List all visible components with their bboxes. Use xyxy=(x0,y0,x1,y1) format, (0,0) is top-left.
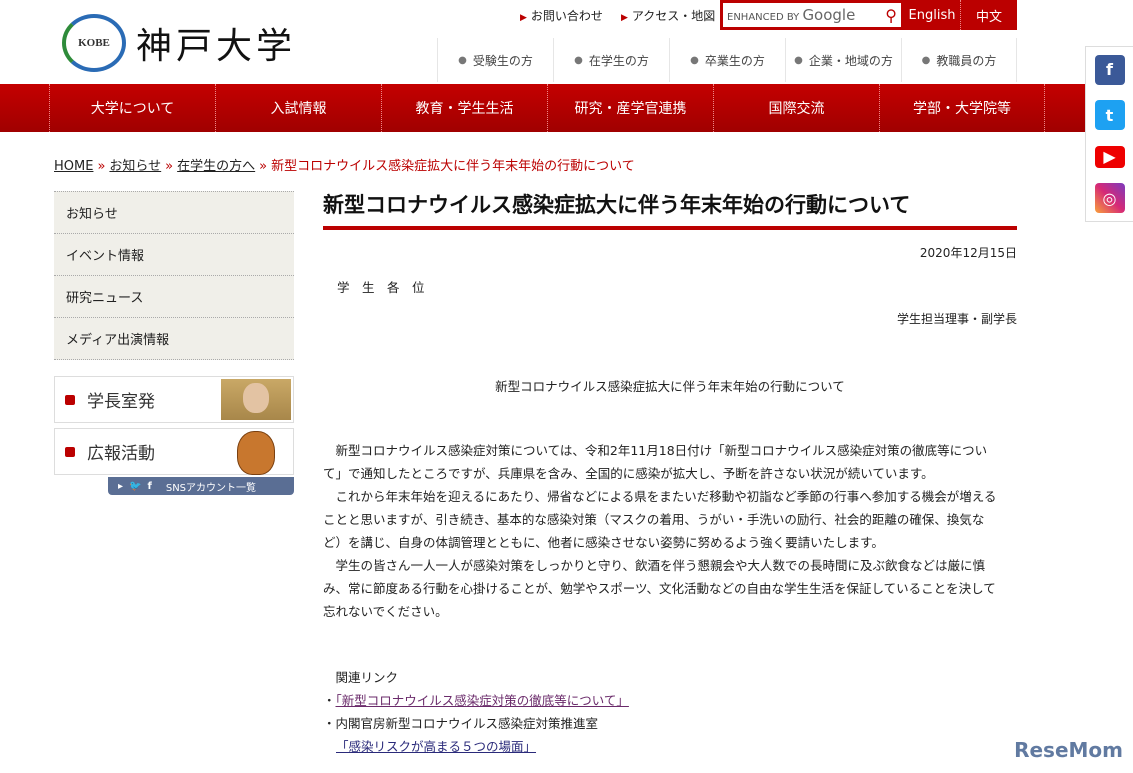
bullet: ・ xyxy=(323,693,336,708)
youtube-icon[interactable]: ▶ xyxy=(1094,145,1125,168)
bullet-icon xyxy=(65,394,75,405)
breadcrumb-news[interactable]: お知らせ xyxy=(109,159,161,174)
top-links: ▶ お問い合わせ ▶ アクセス・地図 xyxy=(520,7,715,24)
body-line: み、常に節度ある行動を心掛けることが、勉学やスポーツ、文化活動などの自由な学生生… xyxy=(323,581,996,596)
sidebar-item-research-news[interactable]: 研究ニュース xyxy=(54,276,294,318)
instagram-icon[interactable]: ◎ xyxy=(1094,183,1125,214)
nav-about[interactable]: 大学について xyxy=(49,84,215,132)
page-title: 新型コロナウイルス感染症拡大に伴う年末年始の行動について xyxy=(323,193,911,217)
addressee: 学 生 各 位 xyxy=(337,280,425,295)
audience-label: 教職員の方 xyxy=(936,53,997,68)
nav-education[interactable]: 教育・学生生活 xyxy=(381,84,547,132)
president-banner[interactable]: 学長室発 xyxy=(54,376,294,423)
breadcrumb-sep: » xyxy=(259,159,268,174)
article-body: 新型コロナウイルス感染症対策については、令和2年11月18日付け「新型コロナウイ… xyxy=(323,439,1017,623)
article-date: 2020年12月15日 xyxy=(919,246,1017,260)
bullet-icon xyxy=(65,446,75,457)
related-heading: 関連リンク xyxy=(323,670,399,685)
contact-label: お問い合わせ xyxy=(530,9,603,23)
audience-label: 企業・地域の方 xyxy=(808,53,893,68)
audience-label: 在学生の方 xyxy=(588,53,649,68)
nav-research[interactable]: 研究・産学官連携 xyxy=(547,84,713,132)
search-hint: ENHANCED BY xyxy=(727,12,800,23)
audience-students[interactable]: ● 在学生の方 xyxy=(553,38,669,82)
person-icon: ● xyxy=(794,54,803,66)
related-link-2[interactable]: 「感染リスクが高まる５つの場面」 xyxy=(336,739,536,754)
related-link-1[interactable]: 「新型コロナウイルス感染症対策の徹底等について」 xyxy=(336,693,629,708)
access-label: アクセス・地図 xyxy=(631,9,716,23)
search-box[interactable]: ENHANCED BY Google ⚲ xyxy=(720,0,904,30)
related-org: 内閣官房新型コロナウイルス感染症対策推進室 xyxy=(335,716,599,731)
body-line: ことと思いますが、引き続き、基本的な感染対策（マスクの着用、うがい・手洗いの励行… xyxy=(323,512,985,527)
body-line: て」で通知したところですが、兵庫県を含み、全国的に感染が拡大し、予断を許さない状… xyxy=(323,466,934,481)
sidebar-item-media[interactable]: メディア出演情報 xyxy=(54,318,294,360)
audience-business[interactable]: ● 企業・地域の方 xyxy=(785,38,901,82)
sns-label: SNSアカウント一覧 xyxy=(165,482,257,494)
search-input[interactable]: ENHANCED BY Google ⚲ xyxy=(723,3,901,27)
body-line: これから年末年始を迎えるにあたり、帰省などによる県をまたいだ移動や初詣など季節の… xyxy=(323,489,997,504)
person-icon: ● xyxy=(458,54,467,66)
breadcrumb-students[interactable]: 在学生の方へ xyxy=(177,159,255,174)
sidebar-menu: お知らせ イベント情報 研究ニュース メディア出演情報 xyxy=(54,191,294,360)
person-icon: ● xyxy=(574,54,583,66)
lang-chinese[interactable]: 中文 xyxy=(960,0,1017,30)
breadcrumb-home[interactable]: HOME xyxy=(54,159,93,174)
audience-label: 卒業生の方 xyxy=(704,53,765,68)
banner-label: 学長室発 xyxy=(87,392,155,412)
logo-text: 神戸大学 xyxy=(136,26,297,67)
audience-alumni[interactable]: ● 卒業生の方 xyxy=(669,38,785,82)
nav-international[interactable]: 国際交流 xyxy=(713,84,879,132)
body-line: 忘れないでください。 xyxy=(323,604,448,619)
article-subtitle: 新型コロナウイルス感染症拡大に伴う年末年始の行動について xyxy=(495,379,845,394)
social-sidebar: f t ▶ ◎ xyxy=(1085,46,1133,222)
arrow-icon: ▶ xyxy=(520,13,527,23)
audience-nav: ● 受験生の方 ● 在学生の方 ● 卒業生の方 ● 企業・地域の方 ● 教職員の方 xyxy=(437,38,1017,82)
sidebar-item-news[interactable]: お知らせ xyxy=(54,192,294,234)
twitter-icon: 🐦 xyxy=(129,480,142,492)
sns-accounts-link[interactable]: ▸ 🐦 f SNSアカウント一覧 xyxy=(108,477,294,495)
watermark: ReseMom xyxy=(1014,738,1123,762)
breadcrumb: HOME» お知らせ» 在学生の方へ» 新型コロナウイルス感染症拡大に伴う年末年始の行… xyxy=(54,155,635,174)
body-line: ど）を講じ、自身の体調管理とともに、他者に感染させない姿勢に努めるよう強く要請い… xyxy=(323,535,884,550)
nav-admissions[interactable]: 入試情報 xyxy=(215,84,381,132)
twitter-icon[interactable]: t xyxy=(1094,100,1125,131)
university-emblem: KOBE xyxy=(62,14,126,72)
breadcrumb-current: 新型コロナウイルス感染症拡大に伴う年末年始の行動について xyxy=(271,159,635,174)
audience-label: 受験生の方 xyxy=(472,53,533,68)
arrow-icon: ▶ xyxy=(620,13,628,23)
search-icon[interactable]: ⚲ xyxy=(885,6,897,25)
facebook-icon[interactable]: f xyxy=(1094,54,1125,85)
person-icon: ● xyxy=(921,54,931,66)
breadcrumb-sep: » xyxy=(97,159,106,174)
person-icon: ● xyxy=(690,54,699,66)
audience-prospective[interactable]: ● 受験生の方 xyxy=(437,38,553,82)
boar-mascot-image xyxy=(221,431,291,475)
banner-label: 広報活動 xyxy=(87,444,155,464)
president-photo xyxy=(221,379,291,420)
arrow-icon: ▸ xyxy=(118,480,124,492)
pr-banner[interactable]: 広報活動 xyxy=(54,428,294,475)
lang-english[interactable]: English xyxy=(904,0,960,30)
audience-staff[interactable]: ● 教職員の方 xyxy=(901,38,1017,82)
contact-link[interactable]: ▶ お問い合わせ xyxy=(520,7,603,24)
access-link[interactable]: ▶ アクセス・地図 xyxy=(621,7,715,24)
breadcrumb-sep: » xyxy=(165,159,174,174)
bullet: ・ xyxy=(323,716,336,731)
main-nav: 大学について 入試情報 教育・学生生活 研究・産学官連携 国際交流 学部・大学院… xyxy=(0,84,1133,132)
title-rule xyxy=(323,226,1017,230)
nav-faculties[interactable]: 学部・大学院等 xyxy=(879,84,1045,132)
search-brand: Google xyxy=(802,6,856,24)
body-line: 新型コロナウイルス感染症対策については、令和2年11月18日付け「新型コロナウイ… xyxy=(323,443,988,458)
university-logo[interactable]: KOBE 神戸大学 xyxy=(62,14,296,72)
body-line: 学生の皆さん一人一人が感染対策をしっかりと守り、飲酒を伴う懇親会や大人数での長時… xyxy=(323,558,986,573)
sender: 学生担当理事・副学長 xyxy=(896,312,1017,326)
facebook-icon: f xyxy=(147,480,152,492)
sidebar-item-events[interactable]: イベント情報 xyxy=(54,234,294,276)
